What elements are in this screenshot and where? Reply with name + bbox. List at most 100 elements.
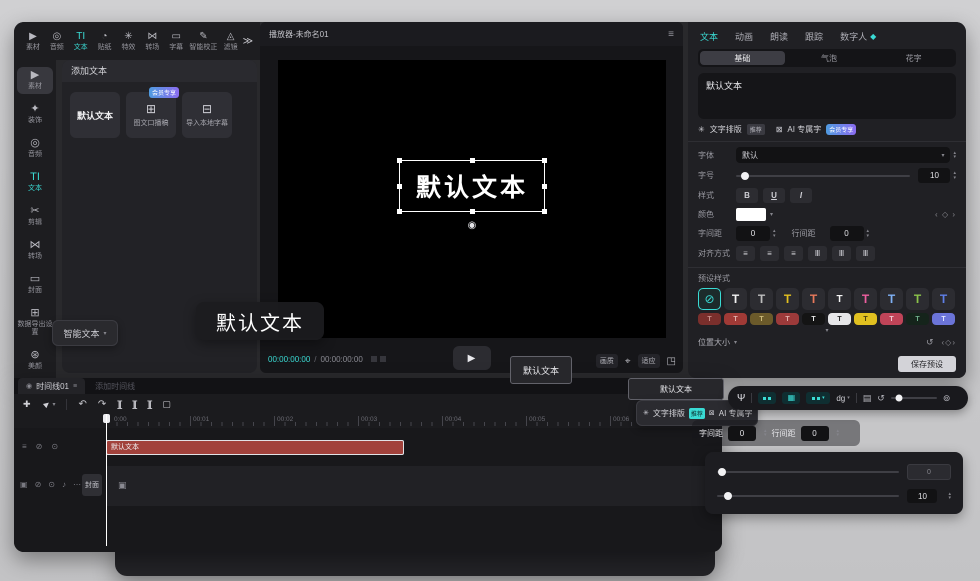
preset-bubble[interactable]: T <box>724 313 747 325</box>
font-dropdown[interactable]: 默认 ▾ <box>736 147 950 163</box>
handle-s[interactable] <box>470 209 475 214</box>
preview-menu-icon[interactable]: ≡ <box>668 29 674 40</box>
preset-bubble[interactable]: T <box>776 313 799 325</box>
playhead[interactable] <box>103 414 110 546</box>
keyframe-diamond-icon[interactable]: ◇ <box>942 210 949 219</box>
tab-effects[interactable]: ✳特效 <box>117 32 141 51</box>
tab-read-aloud[interactable]: 朗读 <box>770 30 788 43</box>
caption-toggle-2[interactable]: ▦ <box>782 392 800 404</box>
video-track-band[interactable]: ▣ <box>106 466 722 506</box>
preset-bubble[interactable]: T <box>932 313 955 325</box>
preset-style[interactable]: T <box>776 288 799 310</box>
font-stepper[interactable]: ▴▾ <box>953 151 956 160</box>
size-stepper[interactable]: ▴▾ <box>953 171 956 180</box>
preset-bubble[interactable]: T <box>698 313 721 325</box>
keyframe-prev-icon[interactable]: ‹ <box>935 210 939 219</box>
tab-animation[interactable]: 动画 <box>735 30 753 43</box>
eye-icon[interactable]: ⊙ <box>48 480 55 489</box>
canvas-text[interactable]: 默认文本 <box>416 174 528 202</box>
ai-label[interactable]: AI 专属字 <box>787 124 821 135</box>
select-tool[interactable]: ► ▾ <box>42 399 56 409</box>
handle-se[interactable] <box>542 209 547 214</box>
line-spacing-stepper[interactable]: ▴▾ <box>837 429 840 438</box>
rail-item-text[interactable]: TI文本 <box>17 169 53 196</box>
chevron-down-icon[interactable]: ▾ <box>734 339 737 346</box>
tab-tracking[interactable]: 跟踪 <box>805 30 823 43</box>
crop-icon[interactable]: ▢ <box>162 399 171 410</box>
floating-big-text[interactable]: 默认文本 <box>196 302 324 340</box>
subtab-bubble[interactable]: 气泡 <box>787 53 872 64</box>
tab-text[interactable]: TI文本 <box>69 32 93 51</box>
mute-icon[interactable]: ♪ <box>62 480 66 489</box>
rail-item-beauty[interactable]: ⊛美颜 <box>17 347 53 374</box>
preset-bubble[interactable]: T <box>750 313 773 325</box>
caption-toggle-3[interactable]: ▾ <box>806 392 830 404</box>
target-icon[interactable]: ⊚ <box>943 393 951 404</box>
size-slider-value[interactable]: 10 <box>907 489 937 503</box>
split-right-icon[interactable]: ][ <box>147 399 151 409</box>
lock-icon[interactable]: ⊘ <box>36 442 43 451</box>
add-icon[interactable]: ✚ <box>23 399 31 410</box>
lock-icon[interactable]: ⊘ <box>35 480 42 489</box>
subtab-basic[interactable]: 基础 <box>700 51 785 65</box>
preset-style[interactable]: T <box>828 288 851 310</box>
line-spacing-value[interactable]: 0 <box>801 426 829 441</box>
card-default-text[interactable]: 默认文本 <box>70 92 120 138</box>
card-script-broadcast[interactable]: 会员专享 ⊞ 图文口播稿 <box>126 92 176 138</box>
tab-transition[interactable]: ⋈转场 <box>140 32 164 51</box>
size-slider-stepper[interactable]: ▴▾ <box>948 492 951 501</box>
align-vtop-icon[interactable]: Ⅲ <box>808 246 827 261</box>
cover-button[interactable]: 封面 <box>82 474 102 496</box>
letter-spacing-value[interactable]: 0 <box>736 226 770 241</box>
play-button[interactable]: ▶ <box>453 346 491 370</box>
align-right-icon[interactable]: ≡ <box>784 246 803 261</box>
preset-expand-icon[interactable]: ▾ <box>688 327 966 334</box>
redo-icon[interactable]: ↷ <box>98 399 106 410</box>
timeline-tab-add[interactable]: 添加时间线 <box>95 381 135 392</box>
more-icon[interactable]: ⋯ <box>73 480 81 489</box>
frame-step-icons[interactable] <box>371 356 386 362</box>
keyframe-control[interactable]: ‹ ◇ › <box>935 210 956 219</box>
tab-menu-icon[interactable]: ≡ <box>73 383 77 390</box>
toolbar-more-icon[interactable]: ≫ <box>243 36 253 47</box>
smart-text-button[interactable]: 智能文本 ▾ <box>52 320 118 346</box>
tab-filter[interactable]: ◬滤镜 <box>219 32 243 51</box>
canvas-text-selection[interactable]: 默认文本 <box>399 160 545 212</box>
caption-toggle-1[interactable] <box>758 392 776 404</box>
subtab-fancy[interactable]: 花字 <box>871 53 956 64</box>
size-value[interactable]: 10 <box>918 168 950 183</box>
tab-audio[interactable]: ◎音频 <box>45 32 69 51</box>
tab-smart-fix[interactable]: ✎智能校正 <box>188 32 219 51</box>
save-preset-button[interactable]: 保存预设 <box>898 356 956 372</box>
preset-style[interactable]: T <box>932 288 955 310</box>
bold-button[interactable]: B <box>736 188 758 203</box>
style-slider-value[interactable]: 0 <box>907 464 951 480</box>
handle-w[interactable] <box>397 184 402 189</box>
preset-bubble[interactable]: T <box>854 313 877 325</box>
tab-digital-human[interactable]: 数字人 ◆ <box>840 30 876 43</box>
align-vmid-icon[interactable]: Ⅲ <box>832 246 851 261</box>
text-content-input[interactable]: 默认文本 <box>698 73 956 119</box>
card-import-subtitles[interactable]: ⊟ 导入本地字幕 <box>182 92 232 138</box>
tab-media[interactable]: ▶素材 <box>21 32 45 51</box>
rail-item-transition[interactable]: ⋈转场 <box>17 237 53 264</box>
timeline-ruler[interactable]: 0:00 00:01 00:02 00:03 00:04 00:05 00:06 <box>14 414 722 428</box>
handle-nw[interactable] <box>397 158 402 163</box>
rail-item-cover[interactable]: ▭封面 <box>17 271 53 298</box>
tab-sticker[interactable]: ◔贴纸 <box>93 32 117 51</box>
fit-button[interactable]: 适应 <box>638 354 660 368</box>
letter-spacing-stepper[interactable]: ▴▾ <box>764 429 767 438</box>
microphone-icon[interactable]: Ψ <box>737 393 745 404</box>
handle-sw[interactable] <box>397 209 402 214</box>
preset-none[interactable]: ⊘ <box>698 288 721 310</box>
text-clip[interactable]: 默认文本 <box>106 440 404 455</box>
letter-spacing-stepper[interactable]: ▴▾ <box>773 229 776 238</box>
line-spacing-value[interactable]: 0 <box>830 226 864 241</box>
preset-style[interactable]: T <box>854 288 877 310</box>
tab-captions[interactable]: ▭字幕 <box>164 32 188 51</box>
align-left-icon[interactable]: ≡ <box>736 246 755 261</box>
quality-button[interactable]: 画质 <box>596 354 618 368</box>
rotate-handle-icon[interactable]: ◉ <box>468 220 477 231</box>
size-slider[interactable] <box>717 495 899 497</box>
handle-e[interactable] <box>542 184 547 189</box>
